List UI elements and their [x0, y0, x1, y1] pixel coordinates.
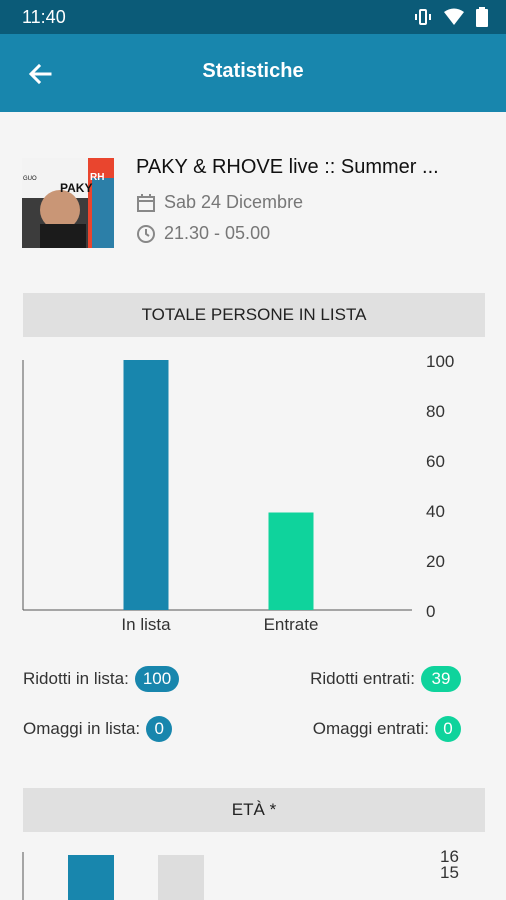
- poster-artist-2: RH: [90, 172, 104, 183]
- y-tick-label: 0: [426, 602, 435, 621]
- event-card: PAKY RH GUO PAKY & RHOVE live :: Summer …: [22, 150, 492, 260]
- ridotti-entrati-label: Ridotti entrati:: [310, 669, 415, 688]
- omaggi-entrati: Omaggi entrati: 0: [313, 716, 461, 742]
- y-tick-label: 80: [426, 402, 445, 421]
- y-tick-label: 40: [426, 502, 445, 521]
- ridotti-entrati: Ridotti entrati: 39: [310, 666, 461, 692]
- poster-tag: GUO: [23, 176, 37, 182]
- ridotti-in-lista: Ridotti in lista: 100: [23, 666, 180, 692]
- event-time-row: 21.30 - 05.00: [136, 223, 270, 244]
- omaggi-entrati-label: Omaggi entrati:: [312, 719, 429, 738]
- bar-in-lista: [123, 360, 169, 610]
- y-tick-label: 20: [426, 552, 445, 571]
- page-title: Statistiche: [202, 60, 304, 82]
- calendar-icon: [137, 193, 155, 212]
- bar-entrate: [268, 512, 314, 610]
- ridotti-in-lista-badge: 100: [134, 666, 180, 692]
- vibrate-icon: [415, 9, 431, 25]
- x-tick-label: In lista: [121, 615, 171, 634]
- poster-image: PAKY RH GUO: [22, 158, 114, 248]
- total-bar-chart: 0 20 40 60 80 100 In lista Entrate: [22, 352, 454, 634]
- clock-icon: [137, 224, 155, 243]
- age-bar: [68, 855, 114, 900]
- x-tick-label: Entrate: [264, 615, 319, 634]
- event-time: 21.30 - 05.00: [164, 223, 271, 243]
- omaggi-entrati-badge: 0: [435, 716, 461, 742]
- status-bar: 11:40: [0, 0, 506, 34]
- battery-icon: [476, 7, 488, 27]
- event-date: Sab 24 Dicembre: [164, 192, 304, 212]
- status-time: 11:40: [22, 7, 66, 27]
- poster-artist-1: PAKY: [60, 181, 92, 195]
- event-poster: PAKY RH GUO: [22, 158, 114, 248]
- omaggi-in-lista: Omaggi in lista: 0: [23, 716, 173, 742]
- event-name: PAKY & RHOVE live :: Summer ...: [136, 156, 439, 178]
- app-bar: Statistiche: [0, 34, 506, 112]
- age-bar-chart: 1615: [22, 847, 459, 900]
- total-section-header: TOTALE PERSONE IN LISTA: [23, 293, 485, 337]
- y-tick-label: 15: [440, 863, 459, 882]
- y-tick-label: 100: [426, 352, 454, 371]
- omaggi-in-lista-badge: 0: [146, 716, 173, 742]
- y-tick-label: 60: [426, 452, 445, 471]
- ridotti-in-lista-label: Ridotti in lista:: [23, 669, 129, 688]
- age-section-header: ETÀ *: [23, 788, 485, 832]
- ridotti-entrati-badge: 39: [421, 666, 461, 692]
- omaggi-in-lista-label: Omaggi in lista:: [23, 719, 141, 738]
- status-icons: [414, 7, 488, 27]
- age-bar: [158, 855, 204, 900]
- wifi-icon: [444, 8, 464, 25]
- event-date-row: Sab 24 Dicembre: [136, 192, 303, 213]
